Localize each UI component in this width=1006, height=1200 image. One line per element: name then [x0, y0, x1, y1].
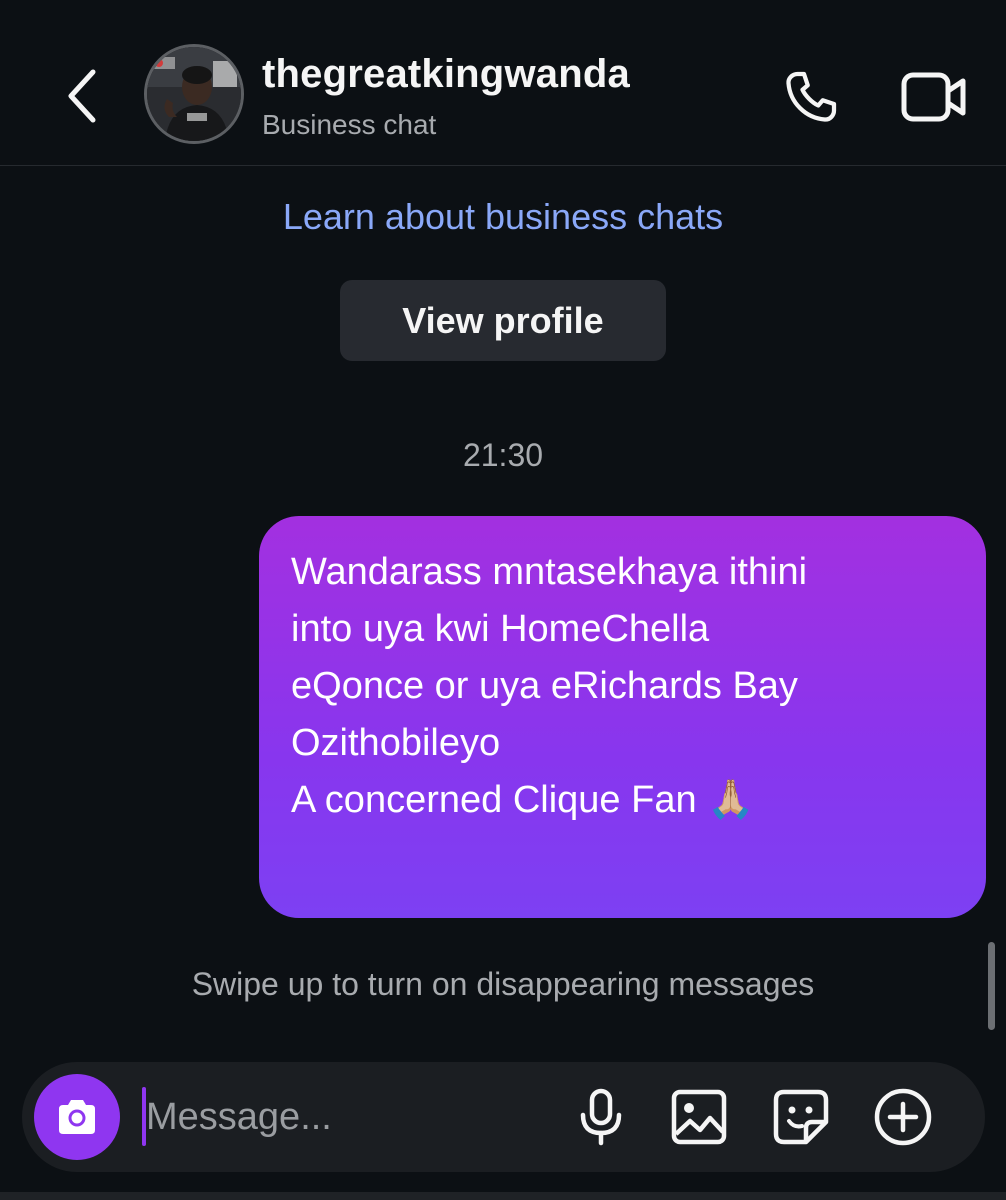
message-line: Wandarass mntasekhaya ithini: [291, 551, 808, 593]
chat-header: thegreatkingwanda Business chat: [0, 0, 1006, 166]
disappearing-messages-hint: Swipe up to turn on disappearing message…: [191, 966, 815, 1002]
learn-about-business-chats-link[interactable]: Learn about business chats: [0, 196, 1006, 238]
video-call-button[interactable]: [898, 66, 970, 128]
message-timestamp: 21:30: [462, 437, 544, 473]
plus-circle-icon: [874, 1088, 932, 1146]
chevron-left-icon: [68, 69, 96, 123]
profile-photo: [147, 47, 241, 141]
avatar[interactable]: [144, 44, 244, 144]
gallery-button[interactable]: [668, 1086, 730, 1148]
sticker-button[interactable]: [770, 1086, 832, 1148]
message-line: eQonce or uya eRichards Bay: [291, 665, 798, 707]
voice-message-button[interactable]: [570, 1086, 632, 1148]
bottom-bar: [0, 1192, 1006, 1200]
audio-call-button[interactable]: [778, 64, 844, 130]
message-composer: [22, 1062, 985, 1172]
message-line: Ozithobileyo: [291, 722, 501, 764]
message-input[interactable]: [146, 1086, 566, 1148]
image-icon: [671, 1089, 727, 1145]
microphone-icon: [580, 1088, 622, 1146]
message-line: into uya kwi HomeChella: [291, 608, 710, 650]
back-button[interactable]: [58, 64, 106, 128]
message-line: A concerned Clique Fan 🙏🏼: [291, 779, 755, 821]
sticker-icon: [773, 1089, 829, 1145]
camera-icon: [59, 1100, 95, 1134]
view-profile-button[interactable]: View profile: [340, 280, 666, 361]
chat-subtitle: Business chat: [262, 109, 437, 140]
video-camera-icon: [901, 72, 966, 122]
outgoing-message-bubble[interactable]: Wandarass mntasekhaya ithini into uya kw…: [259, 516, 986, 918]
add-attachment-button[interactable]: [872, 1086, 934, 1148]
phone-icon: [786, 71, 837, 122]
camera-button[interactable]: [34, 1074, 120, 1160]
chat-title[interactable]: thegreatkingwanda: [262, 52, 630, 97]
